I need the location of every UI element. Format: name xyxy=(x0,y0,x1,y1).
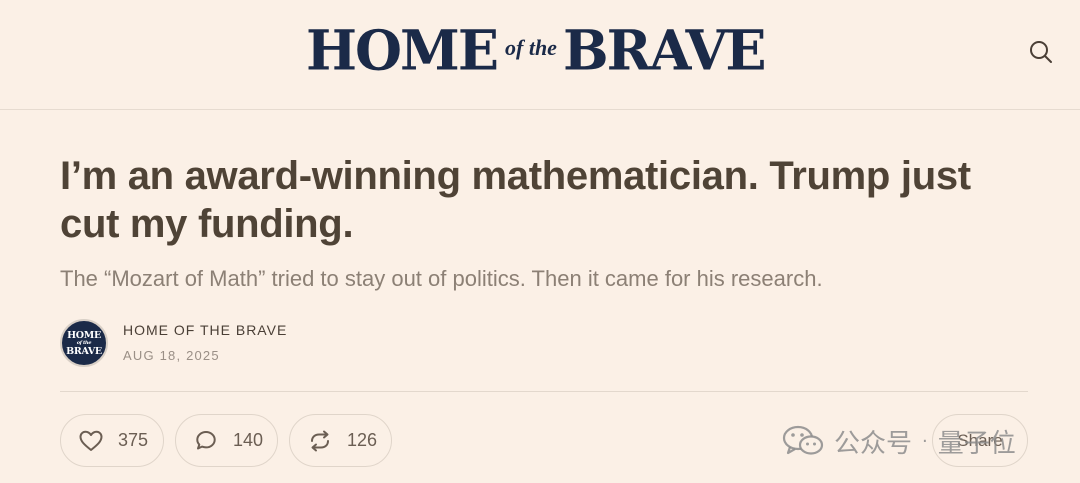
restack-icon xyxy=(311,430,329,451)
heart-icon xyxy=(79,430,103,451)
avatar-line-home: HOME xyxy=(67,329,101,341)
watermark-separator: · xyxy=(922,430,928,452)
avatar[interactable]: HOME of the BRAVE xyxy=(60,319,108,367)
avatar-line-brave: BRAVE xyxy=(66,345,102,357)
watermark-text-left: 公众号 xyxy=(834,428,913,459)
author-name[interactable]: HOME OF THE BRAVE xyxy=(123,322,287,338)
wechat-icon xyxy=(782,425,824,455)
comment-button[interactable]: 140 xyxy=(175,414,278,467)
comment-icon xyxy=(196,430,216,449)
search-icon xyxy=(1030,41,1052,63)
article-page: HOME of the BRAVE I’m an award-winning m… xyxy=(0,0,1080,483)
divider xyxy=(60,391,1028,392)
restack-button[interactable]: 126 xyxy=(289,414,392,467)
logo-word-of-the: of the xyxy=(505,35,557,60)
logo-word-brave: BRAVE xyxy=(562,17,767,83)
comment-count: 140 xyxy=(233,430,264,450)
logo-word-home: HOME xyxy=(306,17,499,83)
publish-date: AUG 18, 2025 xyxy=(123,348,220,363)
share-label: Share xyxy=(957,430,1003,450)
search-button[interactable] xyxy=(1027,38,1055,66)
share-button[interactable]: Share xyxy=(932,414,1028,467)
article-subtitle: The “Mozart of Math” tried to stay out o… xyxy=(60,266,823,291)
restack-count: 126 xyxy=(347,430,378,450)
page-title: I’m an award-winning mathematician. Trum… xyxy=(60,154,971,246)
like-button[interactable]: 375 xyxy=(60,414,164,467)
site-header: HOME of the BRAVE xyxy=(0,0,1080,110)
site-logo[interactable]: HOME of the BRAVE xyxy=(306,17,767,83)
like-count: 375 xyxy=(118,430,149,450)
